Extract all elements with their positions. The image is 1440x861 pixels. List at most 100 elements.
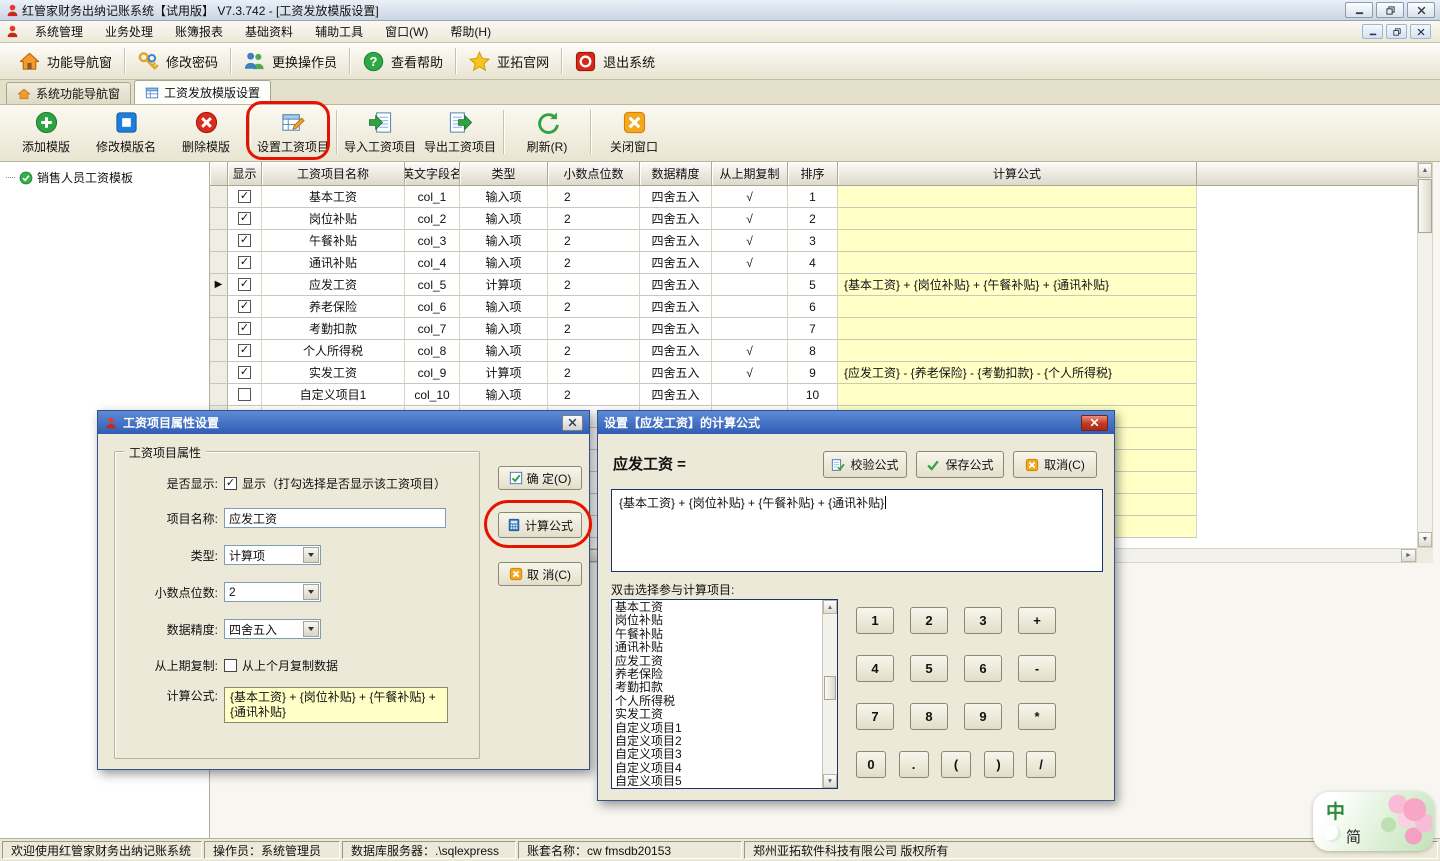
menu-item-6[interactable]: 窗口(W) (374, 21, 439, 42)
row-selector-cell[interactable] (210, 186, 228, 208)
calc-key-9[interactable]: 9 (964, 703, 1002, 730)
calc-key-7[interactable]: 7 (856, 703, 894, 730)
show-checkbox[interactable] (238, 366, 251, 379)
salary-item-option[interactable]: 午餐补贴 (615, 628, 822, 641)
calc-key-5[interactable]: 5 (910, 655, 948, 682)
listbox-scroll-thumb[interactable] (824, 676, 836, 700)
show-checkbox[interactable] (238, 300, 251, 313)
restore-button[interactable] (1376, 2, 1404, 18)
table-row[interactable]: 基本工资col_1输入项2四舍五入√1 (210, 186, 1197, 208)
export-salary-items-button[interactable]: 导出工资项目 (420, 108, 500, 157)
calc-items-listbox[interactable]: 基本工资岗位补贴午餐补贴通讯补贴应发工资养老保险考勤扣款个人所得税实发工资自定义… (611, 599, 838, 789)
scroll-up-button[interactable] (823, 600, 837, 614)
dialog-close-button[interactable] (562, 415, 583, 431)
switch-operator-button[interactable]: 更换操作员 (233, 47, 347, 76)
tab-salary-template-settings[interactable]: 工资发放模版设置 (134, 80, 271, 104)
salary-item-option[interactable]: 养老保险 (615, 668, 822, 681)
show-checkbox[interactable] (224, 477, 237, 490)
show-checkbox[interactable] (238, 190, 251, 203)
show-checkbox[interactable] (238, 322, 251, 335)
table-row[interactable]: 个人所得税col_8输入项2四舍五入√8 (210, 340, 1197, 362)
calc-key-minus[interactable]: - (1018, 655, 1056, 682)
calc-key-3[interactable]: 3 (964, 607, 1002, 634)
view-help-button[interactable]: ?查看帮助 (352, 47, 453, 76)
menu-item-7[interactable]: 帮助(H) (439, 21, 502, 42)
row-selector-cell[interactable] (210, 296, 228, 318)
menu-item-3[interactable]: 账簿报表 (164, 21, 234, 42)
tab-nav-window[interactable]: 系统功能导航窗 (6, 82, 131, 104)
menu-item-2[interactable]: 业务处理 (94, 21, 164, 42)
formula-editor[interactable]: {基本工资} + {岗位补贴} + {午餐补贴} + {通讯补贴} (611, 489, 1103, 572)
salary-item-option[interactable]: 自定义项目5 (615, 775, 822, 788)
verify-formula-button[interactable]: 校验公式 (823, 451, 907, 478)
table-row[interactable]: 自定义项目1col_10输入项2四舍五入10 (210, 384, 1197, 406)
calc-key-0[interactable]: 0 (856, 751, 886, 778)
salary-item-option[interactable]: 自定义项目1 (615, 722, 822, 735)
copy-checkbox[interactable] (224, 659, 237, 672)
salary-item-option[interactable]: 自定义项目3 (615, 748, 822, 761)
mdi-close-button[interactable] (1410, 24, 1431, 39)
close-button[interactable] (1407, 2, 1435, 18)
grid-vertical-scrollbar[interactable] (1417, 162, 1433, 548)
menu-item-1[interactable]: 系统管理 (24, 21, 94, 42)
row-selector-cell[interactable] (210, 340, 228, 362)
menu-item-5[interactable]: 辅助工具 (304, 21, 374, 42)
row-selector-cell[interactable]: ▶ (210, 274, 228, 296)
minimize-button[interactable] (1345, 2, 1373, 18)
nav-window-button[interactable]: 功能导航窗 (8, 47, 122, 76)
calc-key-2[interactable]: 2 (910, 607, 948, 634)
mdi-minimize-button[interactable] (1362, 24, 1383, 39)
menu-item-4[interactable]: 基础资料 (234, 21, 304, 42)
decimals-select[interactable]: 2 (224, 582, 321, 602)
salary-item-option[interactable]: 通讯补贴 (615, 641, 822, 654)
calc-key-1[interactable]: 1 (856, 607, 894, 634)
show-checkbox[interactable] (238, 256, 251, 269)
scroll-down-button[interactable] (1418, 532, 1432, 547)
exit-system-button[interactable]: 退出系统 (564, 47, 665, 76)
table-row[interactable]: 考勤扣款col_7输入项2四舍五入7 (210, 318, 1197, 340)
show-checkbox[interactable] (238, 344, 251, 357)
salary-item-option[interactable]: 应发工资 (615, 655, 822, 668)
row-selector-cell[interactable] (210, 362, 228, 384)
row-selector-cell[interactable] (210, 252, 228, 274)
calc-key-4[interactable]: 4 (856, 655, 894, 682)
tree-item-template[interactable]: 销售人员工资模板 (0, 162, 209, 186)
refresh-button[interactable]: 刷新(R) (507, 108, 587, 157)
mdi-restore-button[interactable] (1386, 24, 1407, 39)
delete-template-button[interactable]: 删除模版 (166, 108, 246, 157)
calc-formula-button[interactable]: 计算公式 (498, 512, 582, 538)
change-password-button[interactable]: 修改密码 (127, 47, 228, 76)
calc-key-open-paren[interactable]: ( (941, 751, 971, 778)
cancel-button[interactable]: 取消(C) (1013, 451, 1097, 478)
dropdown-button[interactable] (303, 547, 319, 563)
row-selector-cell[interactable] (210, 208, 228, 230)
table-row[interactable]: ▶应发工资col_5计算项2四舍五入5{基本工资} + {岗位补贴} + {午餐… (210, 274, 1197, 296)
cancel-button[interactable]: 取 消(C) (498, 562, 582, 586)
row-selector-cell[interactable] (210, 384, 228, 406)
table-row[interactable]: 岗位补贴col_2输入项2四舍五入√2 (210, 208, 1197, 230)
item-name-input[interactable] (224, 508, 446, 528)
dialog-close-button[interactable] (1081, 415, 1108, 431)
table-row[interactable]: 养老保险col_6输入项2四舍五入6 (210, 296, 1197, 318)
scroll-up-button[interactable] (1418, 163, 1432, 178)
calc-key-plus[interactable]: + (1018, 607, 1056, 634)
table-row[interactable]: 实发工资col_9计算项2四舍五入√9{应发工资} - {养老保险} - {考勤… (210, 362, 1197, 384)
dropdown-button[interactable] (303, 621, 319, 637)
import-salary-items-button[interactable]: 导入工资项目 (340, 108, 420, 157)
vertical-scroll-thumb[interactable] (1418, 179, 1432, 233)
ok-button[interactable]: 确 定(O) (498, 466, 582, 490)
calc-key-decimal[interactable]: . (899, 751, 929, 778)
precision-select[interactable]: 四舍五入 (224, 619, 321, 639)
calc-key-8[interactable]: 8 (910, 703, 948, 730)
salary-item-option[interactable]: 实发工资 (615, 708, 822, 721)
scroll-right-button[interactable] (1401, 549, 1416, 562)
save-formula-button[interactable]: 保存公式 (916, 451, 1004, 478)
show-checkbox[interactable] (238, 388, 251, 401)
row-selector-cell[interactable] (210, 230, 228, 252)
calc-key-multiply[interactable]: * (1018, 703, 1056, 730)
dropdown-button[interactable] (303, 584, 319, 600)
show-checkbox[interactable] (238, 278, 251, 291)
table-row[interactable]: 通讯补贴col_4输入项2四舍五入√4 (210, 252, 1197, 274)
listbox-scrollbar[interactable] (822, 600, 837, 788)
show-checkbox[interactable] (238, 212, 251, 225)
